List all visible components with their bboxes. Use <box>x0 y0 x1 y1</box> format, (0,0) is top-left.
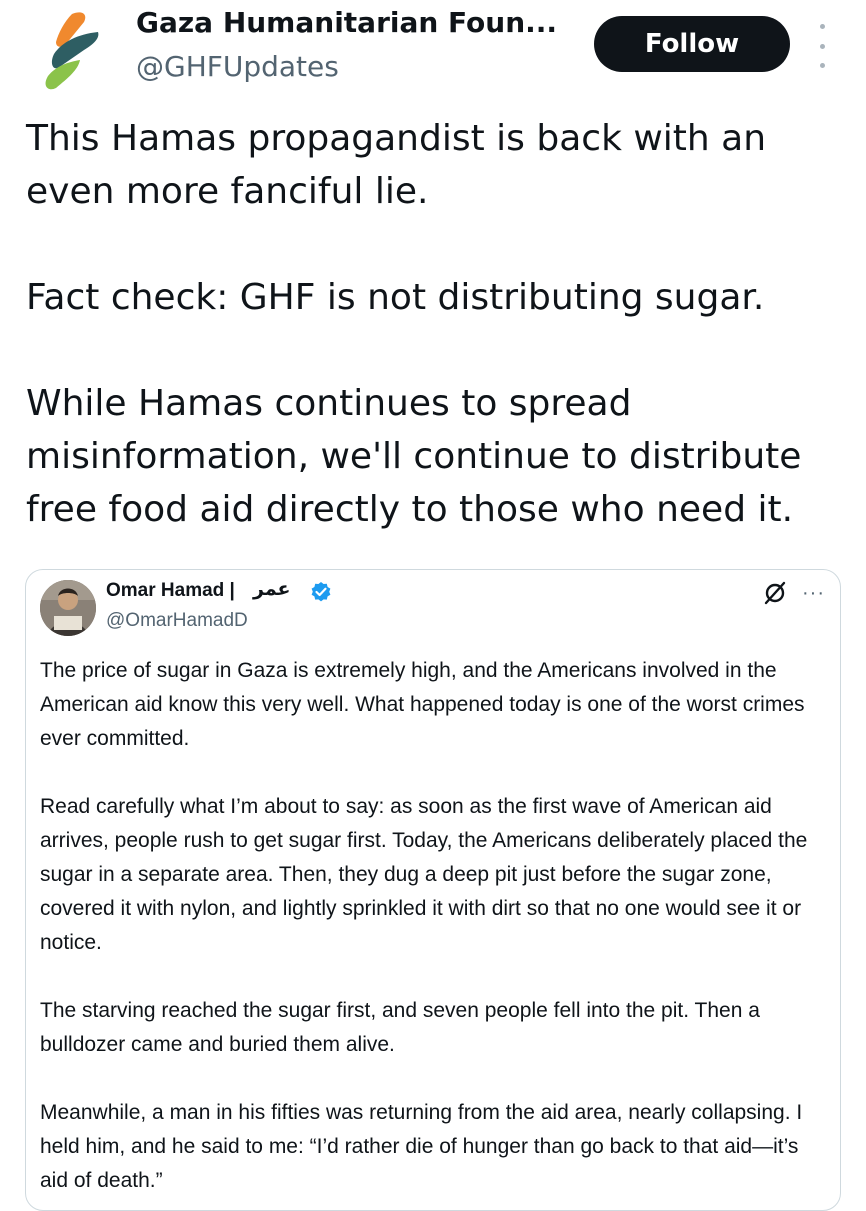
author-name[interactable]: Gaza Humanitarian Foun... <box>136 6 557 39</box>
post-text: This Hamas propagandist is back with an … <box>26 112 856 536</box>
quoted-paragraph: The starving reached the sugar first, an… <box>40 999 760 1056</box>
post-paragraph: While Hamas continues to spread misinfor… <box>26 383 802 530</box>
ghf-logo-icon[interactable] <box>28 8 108 96</box>
quoted-paragraph: The price of sugar in Gaza is extremely … <box>40 659 805 750</box>
avatar[interactable] <box>40 580 96 636</box>
follow-button[interactable]: Follow <box>594 16 790 72</box>
quoted-author-name[interactable]: Omar Hamad | <box>106 580 235 602</box>
post-paragraph: This Hamas propagandist is back with an … <box>26 118 767 212</box>
post-header: Gaza Humanitarian Foun... @GHFUpdates Fo… <box>0 0 866 110</box>
post-paragraph: Fact check: GHF is not distributing suga… <box>26 277 765 318</box>
quoted-paragraph: Read carefully what I’m about to say: as… <box>40 795 808 954</box>
quoted-post-text: The price of sugar in Gaza is extremely … <box>40 654 830 1198</box>
grok-icon[interactable] <box>762 580 788 606</box>
quoted-post-card[interactable]: Omar Hamad | عمر @OmarHamadD ··· The pri… <box>25 569 841 1211</box>
more-vertical-icon[interactable] <box>810 24 834 68</box>
quoted-author-name-arabic: عمر <box>253 578 291 600</box>
author-handle[interactable]: @GHFUpdates <box>136 50 339 83</box>
quoted-paragraph: Meanwhile, a man in his fifties was retu… <box>40 1101 803 1192</box>
verified-badge-icon <box>311 582 331 602</box>
more-horizontal-icon[interactable]: ··· <box>802 582 825 605</box>
quoted-author-handle[interactable]: @OmarHamadD <box>106 610 248 632</box>
